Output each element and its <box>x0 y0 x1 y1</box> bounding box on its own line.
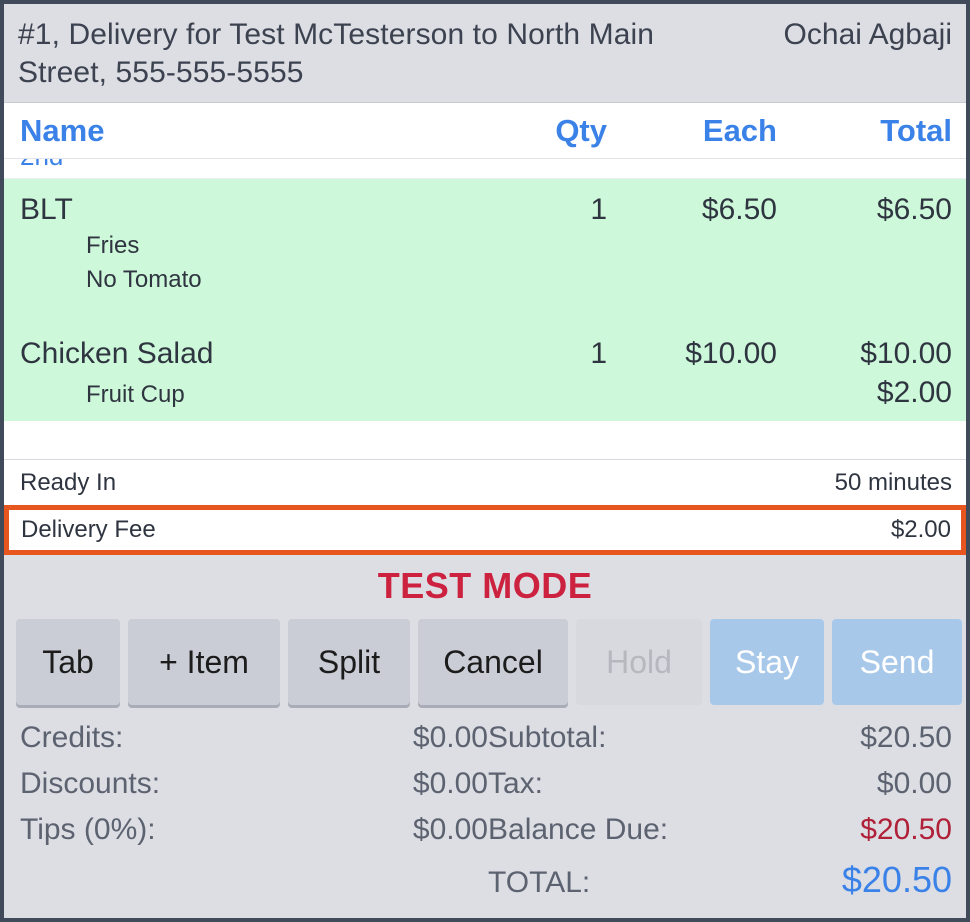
tax-label: Tax: <box>488 767 543 801</box>
item-list[interactable]: 2nd BLT 1 $6.50 $6.50 Fries No Tomato <box>4 158 966 459</box>
item-qty: 1 <box>467 193 607 227</box>
ready-in-row[interactable]: Ready In 50 minutes <box>4 459 966 505</box>
discounts-value: $0.00 <box>393 767 488 801</box>
action-button-bar: Tab + Item Split Cancel Hold Stay Send <box>4 615 966 711</box>
send-button[interactable]: Send <box>832 619 962 705</box>
tax-row: Tax: $0.00 <box>488 767 952 813</box>
balance-due-row: Balance Due: $20.50 <box>488 813 952 859</box>
item-name: BLT <box>20 193 467 227</box>
stay-button[interactable]: Stay <box>710 619 824 705</box>
delivery-fee-value: $2.00 <box>891 516 951 544</box>
item-total: $10.00 <box>777 337 952 371</box>
hold-button: Hold <box>576 619 702 705</box>
item-total: $6.50 <box>777 193 952 227</box>
ready-in-value: 50 minutes <box>835 469 952 497</box>
discounts-row[interactable]: Discounts: $0.00 <box>20 767 488 813</box>
balance-due-label: Balance Due: <box>488 813 668 847</box>
delivery-fee-row[interactable]: Delivery Fee $2.00 <box>4 505 966 555</box>
subtotal-value: $20.50 <box>840 721 952 755</box>
item-name: Chicken Salad <box>20 337 467 371</box>
discounts-label: Discounts: <box>20 767 160 801</box>
tab-button[interactable]: Tab <box>16 619 120 705</box>
modifier-price: $2.00 <box>777 376 952 410</box>
order-ticket-panel: #1, Delivery for Test McTesterson to Nor… <box>0 0 970 922</box>
subtotal-row: Subtotal: $20.50 <box>488 721 952 767</box>
subtotal-label: Subtotal: <box>488 721 606 755</box>
credits-value: $0.00 <box>393 721 488 755</box>
column-header-name[interactable]: Name <box>20 113 467 149</box>
tips-row[interactable]: Tips (0%): $0.00 <box>20 813 488 859</box>
tips-value: $0.00 <box>393 813 488 847</box>
item-modifier-row[interactable]: Fries <box>4 229 966 263</box>
test-mode-banner: TEST MODE <box>4 555 966 615</box>
ticket-header: #1, Delivery for Test McTesterson to Nor… <box>4 4 966 102</box>
totals-left-column: Credits: $0.00 Discounts: $0.00 Tips (0%… <box>20 721 488 913</box>
modifier-name: No Tomato <box>20 266 777 294</box>
item-modifier-row[interactable]: Fruit Cup $2.00 <box>4 373 966 413</box>
add-item-button[interactable]: + Item <box>128 619 280 705</box>
server-name: Ochai Agbaji <box>768 16 952 54</box>
totals-section: Credits: $0.00 Discounts: $0.00 Tips (0%… <box>4 711 966 921</box>
item-table-header: Name Qty Each Total <box>4 102 966 158</box>
split-button[interactable]: Split <box>288 619 410 705</box>
totals-left-spacer <box>20 859 488 905</box>
seat-item-group: BLT 1 $6.50 $6.50 Fries No Tomato Chicke… <box>4 179 966 421</box>
modifier-name: Fries <box>20 232 777 260</box>
item-qty: 1 <box>467 337 607 371</box>
order-description: #1, Delivery for Test McTesterson to Nor… <box>18 16 658 92</box>
grand-total-row: TOTAL: $20.50 <box>488 859 952 913</box>
tax-value: $0.00 <box>857 767 952 801</box>
cancel-button[interactable]: Cancel <box>418 619 568 705</box>
delivery-fee-label: Delivery Fee <box>21 516 156 544</box>
order-item-row[interactable]: BLT 1 $6.50 $6.50 <box>4 183 966 229</box>
column-header-qty[interactable]: Qty <box>467 113 607 149</box>
item-each: $6.50 <box>607 193 777 227</box>
tips-label: Tips (0%): <box>20 813 156 847</box>
order-item-row[interactable]: Chicken Salad 1 $10.00 $10.00 <box>4 297 966 373</box>
modifier-name: Fruit Cup <box>20 381 777 409</box>
grand-total-label: TOTAL: <box>488 866 590 900</box>
item-each: $10.00 <box>607 337 777 371</box>
credits-label: Credits: <box>20 721 123 755</box>
totals-right-column: Subtotal: $20.50 Tax: $0.00 Balance Due:… <box>488 721 952 913</box>
credits-row[interactable]: Credits: $0.00 <box>20 721 488 767</box>
item-modifier-row[interactable]: No Tomato <box>4 263 966 297</box>
column-header-each[interactable]: Each <box>607 113 777 149</box>
balance-due-value: $20.50 <box>840 813 952 847</box>
grand-total-value: $20.50 <box>822 859 952 901</box>
ready-in-label: Ready In <box>20 469 116 497</box>
column-header-total[interactable]: Total <box>777 113 952 149</box>
seat-label-clipped[interactable]: 2nd <box>4 158 966 179</box>
